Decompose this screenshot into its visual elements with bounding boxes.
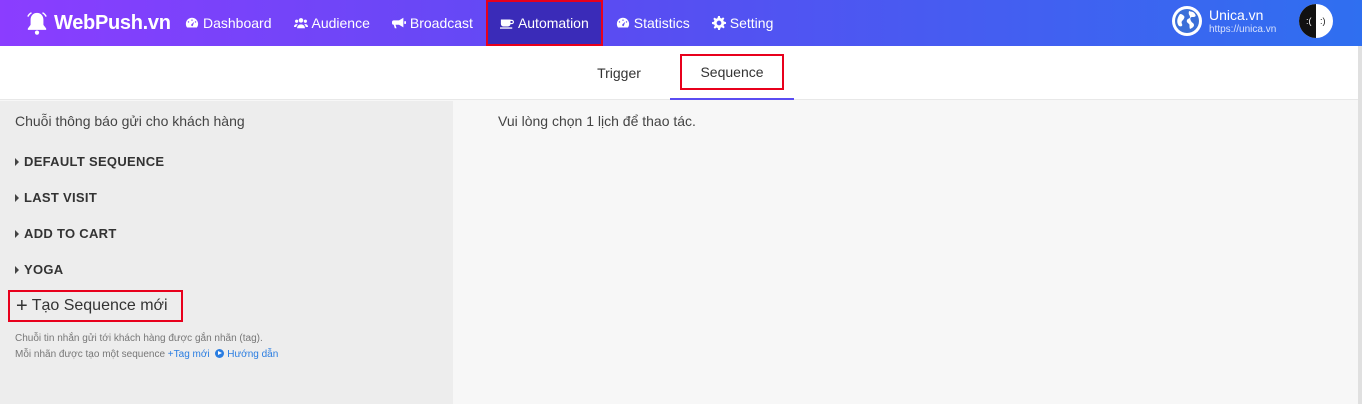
plus-icon: + [16,295,28,317]
sequence-item-label: DEFAULT SEQUENCE [24,154,165,169]
caret-right-icon [15,157,19,166]
sequence-item-last-visit[interactable]: LAST VISIT [15,190,97,205]
sequence-item-add-to-cart[interactable]: ADD TO CART [15,226,117,241]
dashboard-icon [616,17,629,28]
caret-right-icon [15,265,19,274]
play-circle-icon [215,349,225,358]
sidebar-title: Chuỗi thông báo gửi cho khách hàng [15,113,245,129]
nav-broadcast-label: Broadcast [409,15,473,31]
tab-sequence-label: Sequence [680,54,784,90]
help-line-2-wrap: Mỗi nhãn được tạo một sequence +Tag mới … [15,347,278,363]
nav-automation[interactable]: Automation [485,0,603,46]
sequence-item-yoga[interactable]: YOGA [15,262,63,277]
new-sequence-button[interactable]: + Tạo Sequence mới [8,290,183,322]
account-switcher[interactable]: Unica.vn https://unica.vn [1172,6,1276,36]
account-url: https://unica.vn [1209,23,1277,35]
new-sequence-label: Tạo Sequence mới [31,297,168,314]
logo[interactable]: WebPush.vn [26,10,171,36]
account-info: Unica.vn https://unica.vn [1209,8,1276,35]
users-icon [293,18,308,29]
tab-trigger[interactable]: Trigger [578,46,660,100]
nav-audience[interactable]: Audience [283,0,381,46]
nav-automation-label: Automation [517,15,589,31]
caret-right-icon [15,229,19,238]
main-nav: Dashboard Audience Broadcast Automation … [174,0,784,46]
nav-dashboard[interactable]: Dashboard [174,0,283,46]
nav-audience-label: Audience [311,15,370,31]
nav-statistics-label: Statistics [633,15,690,31]
top-navbar: WebPush.vn Dashboard Audience Broadcast … [0,0,1362,46]
avatar[interactable]: :( :) [1299,4,1333,38]
nav-broadcast[interactable]: Broadcast [381,0,484,46]
megaphone-icon [391,17,406,29]
help-text: Chuỗi tin nhắn gửi tới khách hàng được g… [15,331,278,363]
sequence-item-label: ADD TO CART [24,226,117,241]
help-line-2: Mỗi nhãn được tạo một sequence [15,349,166,360]
nav-setting[interactable]: Setting [701,0,785,46]
empty-state-message: Vui lòng chọn 1 lịch để thao tác. [498,113,696,129]
sequence-item-default[interactable]: DEFAULT SEQUENCE [15,154,164,169]
tab-sequence[interactable]: Sequence [670,46,794,100]
tab-trigger-label: Trigger [597,65,641,81]
dashboard-icon [185,17,199,28]
sequence-sidebar: Chuỗi thông báo gửi cho khách hàng DEFAU… [0,101,453,404]
sub-tabbar: Trigger Sequence [0,46,1362,100]
globe-icon [1172,6,1202,36]
account-name: Unica.vn [1209,6,1264,23]
caret-right-icon [15,193,19,202]
help-line-1: Chuỗi tin nhắn gửi tới khách hàng được g… [15,333,263,344]
coffee-icon [499,19,514,29]
sequence-item-label: LAST VISIT [24,190,98,205]
nav-dashboard-label: Dashboard [203,15,272,31]
bell-icon [27,12,47,35]
new-tag-link[interactable]: +Tag mới [168,349,210,360]
nav-setting-label: Setting [729,15,774,31]
page-scrollbar[interactable] [1358,46,1362,404]
sequence-item-label: YOGA [24,262,64,277]
nav-statistics[interactable]: Statistics [605,0,701,46]
logo-text: WebPush.vn [54,11,171,34]
guide-link[interactable]: Hướng dẫn [227,349,278,360]
gear-icon [711,16,726,30]
